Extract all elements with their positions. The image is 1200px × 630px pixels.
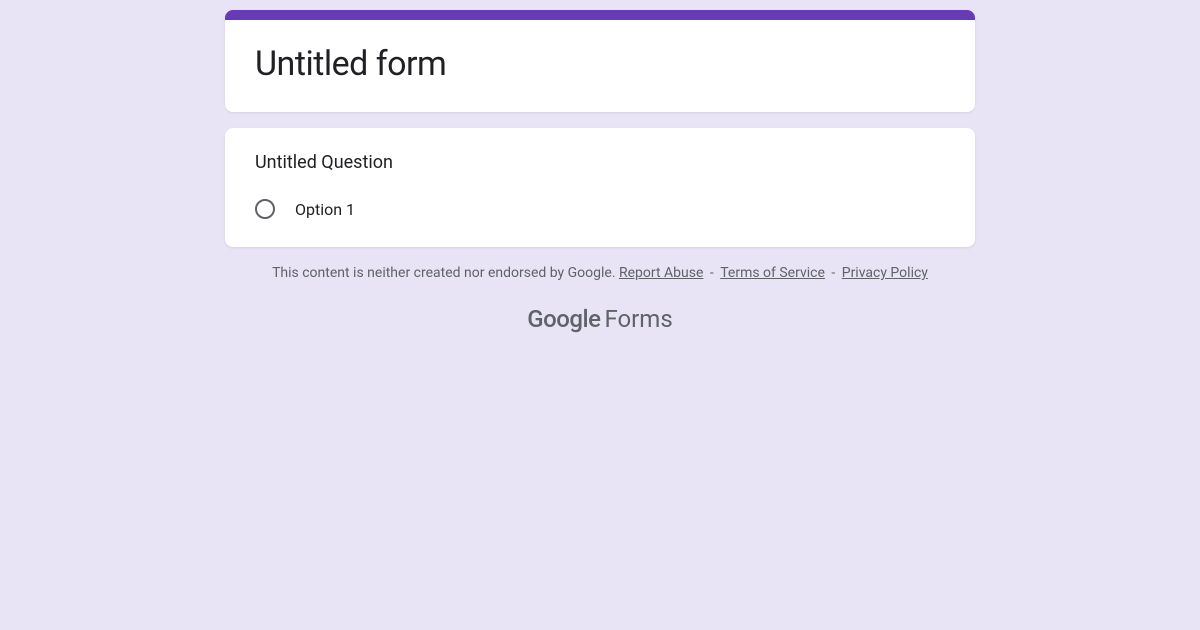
- brand-logo[interactable]: Google Forms: [225, 305, 975, 333]
- header-card: Untitled form: [225, 10, 975, 112]
- option-row[interactable]: Option 1: [255, 199, 945, 219]
- radio-icon[interactable]: [255, 199, 275, 219]
- report-abuse-link[interactable]: Report Abuse: [619, 265, 703, 281]
- question-title: Untitled Question: [255, 152, 945, 173]
- privacy-link[interactable]: Privacy Policy: [842, 265, 928, 281]
- terms-link[interactable]: Terms of Service: [720, 265, 825, 281]
- question-card: Untitled Question Option 1: [225, 128, 975, 247]
- form-title: Untitled form: [255, 44, 945, 84]
- separator: -: [706, 265, 717, 281]
- forms-text: Forms: [604, 305, 672, 333]
- disclaimer-text: This content is neither created nor endo…: [225, 265, 975, 281]
- footer: This content is neither created nor endo…: [225, 265, 975, 333]
- google-logo-text: Google: [527, 305, 600, 333]
- form-container: Untitled form Untitled Question Option 1: [225, 10, 975, 265]
- separator: -: [828, 265, 839, 281]
- disclaimer-prefix: This content is neither created nor endo…: [272, 265, 619, 281]
- option-label: Option 1: [295, 200, 355, 219]
